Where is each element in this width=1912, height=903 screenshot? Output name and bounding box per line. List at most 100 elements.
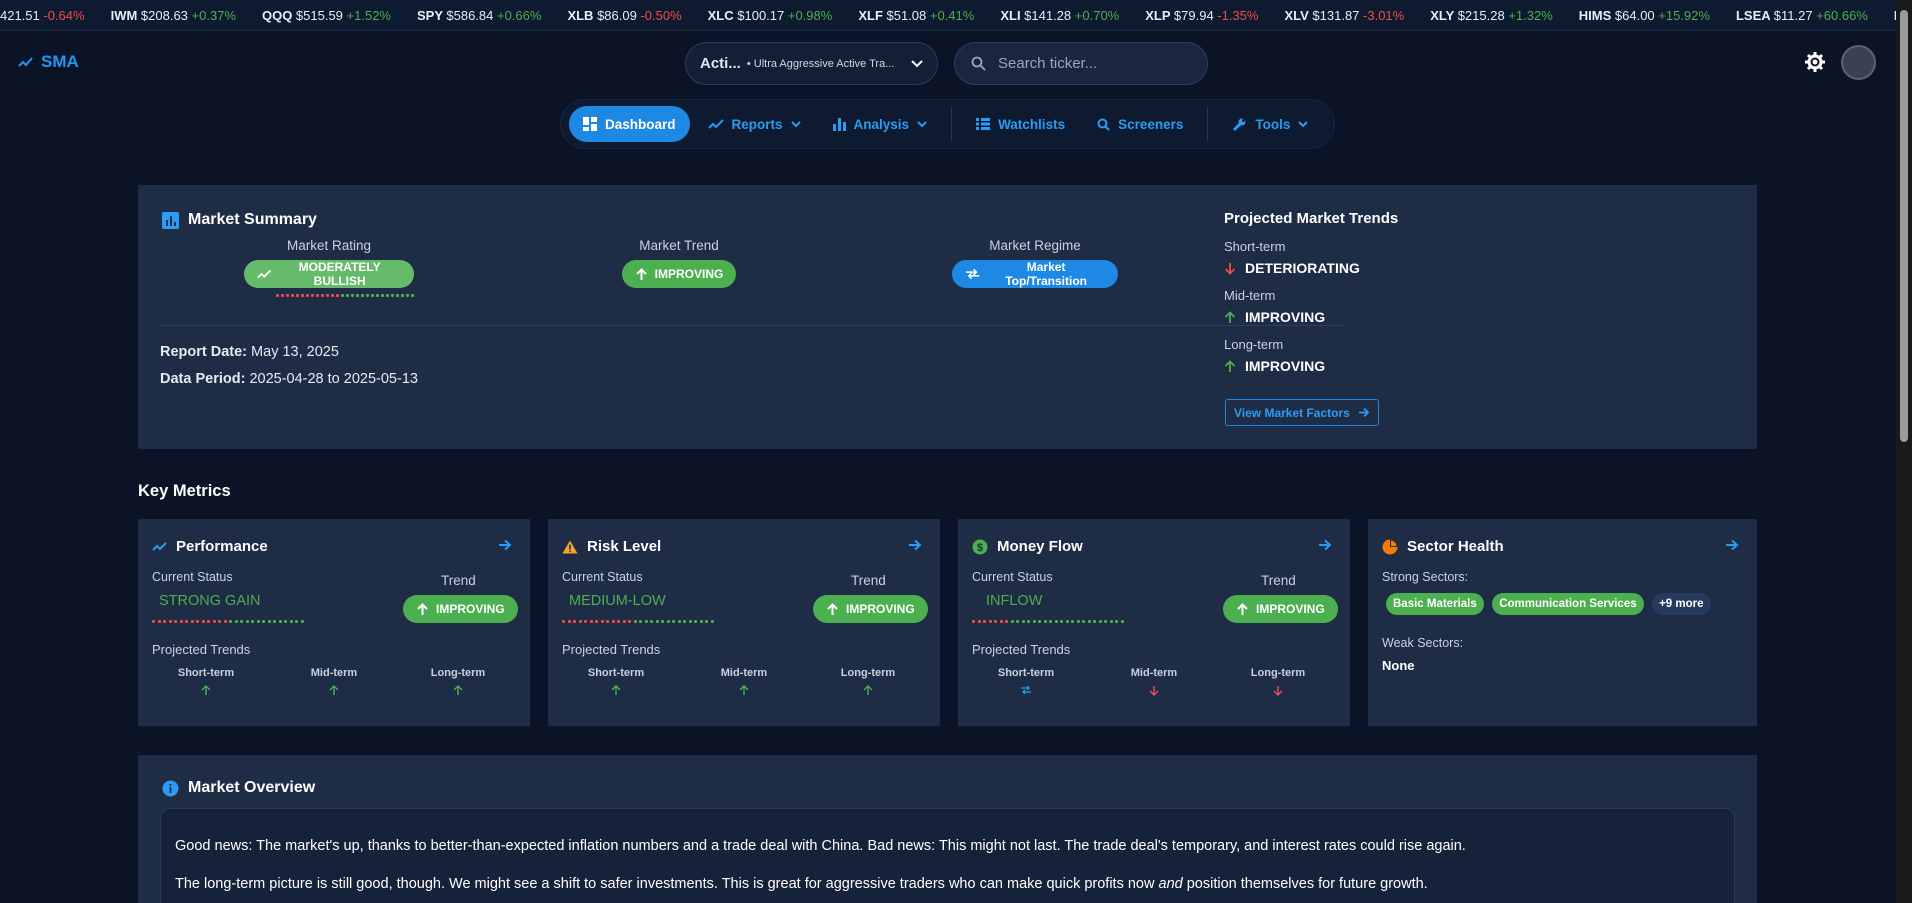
- ticker-change: +0.41%: [929, 8, 975, 23]
- ticker-change: -3.01%: [1363, 8, 1405, 23]
- search-input[interactable]: [998, 55, 1178, 72]
- meter-dot: [567, 620, 571, 623]
- meter-dot: [606, 620, 609, 623]
- meter-dot: [371, 294, 374, 297]
- ticker-change: +0.66%: [496, 8, 542, 23]
- arrow-right-icon[interactable]: [498, 539, 512, 551]
- account-selector[interactable]: Acti... • Ultra Aggressive Active Tra...: [685, 42, 938, 85]
- meter-dot: [710, 620, 714, 623]
- sector-chip[interactable]: Basic Materials: [1386, 593, 1484, 615]
- meter-dot: [1071, 620, 1074, 623]
- trending-up-icon: [257, 269, 272, 279]
- market-rating-meter: [276, 294, 414, 297]
- theme-toggle-icon[interactable]: [1804, 51, 1826, 73]
- market-regime-badge[interactable]: Market Top/Transition: [952, 260, 1118, 288]
- ticker-price: $208.63: [140, 8, 192, 23]
- ticker-change: +15.92%: [1658, 8, 1710, 23]
- ticker-symbol: XLV: [1284, 8, 1313, 23]
- scrollbar-thumb[interactable]: [1900, 10, 1908, 442]
- short-term-col: Short-term: [986, 667, 1066, 698]
- meter-dot: [256, 620, 260, 623]
- meter-dot: [396, 294, 399, 297]
- overview-emphasis: and: [1158, 876, 1183, 892]
- meter-dot: [639, 620, 642, 623]
- ticker-item[interactable]: IWM $208.63 +0.37%: [110, 0, 236, 30]
- more-sectors-chip[interactable]: +9 more: [1652, 593, 1711, 615]
- nav-analysis[interactable]: Analysis: [819, 106, 942, 142]
- long-term-label: Long-term: [1224, 337, 1284, 352]
- meter-dot: [296, 294, 299, 297]
- arrow-right-icon[interactable]: [1725, 539, 1739, 551]
- nav-dashboard[interactable]: Dashboard: [569, 106, 690, 142]
- projected-trends-label: Projected Trends: [562, 642, 661, 657]
- meter-dot: [321, 294, 324, 297]
- ticker-item[interactable]: XLY $215.28 +1.32%: [1430, 0, 1553, 30]
- nav-tools[interactable]: Tools: [1218, 106, 1322, 142]
- ticker-price: $586.84: [446, 8, 497, 23]
- mid-term-label: Mid-term: [310, 667, 358, 679]
- ticker-symbol: IWM: [110, 8, 141, 23]
- page-scrollbar[interactable]: [1896, 0, 1912, 903]
- ticker-item[interactable]: XLC $100.17 +0.98%: [708, 0, 833, 30]
- meter-dot: [988, 620, 992, 623]
- meter-dot: [694, 620, 697, 623]
- arrow-right-icon[interactable]: [1318, 539, 1332, 551]
- strong-sectors-label: Strong Sectors:: [1382, 570, 1469, 584]
- weak-sectors-label: Weak Sectors:: [1382, 636, 1464, 650]
- mid-term-label: Mid-term: [720, 667, 768, 679]
- meter-dot: [381, 294, 384, 297]
- search-box[interactable]: [954, 42, 1208, 85]
- market-regime-label: Market Regime: [989, 238, 1081, 253]
- meter-dot: [1054, 620, 1058, 623]
- mid-term-trend: IMPROVING: [1224, 309, 1398, 325]
- ticker-item[interactable]: HIMS $64.00 +15.92%: [1579, 0, 1710, 30]
- meter-dot: [1082, 620, 1085, 623]
- ticker-symbol: XLI: [1000, 8, 1025, 23]
- market-rating: Market Rating MODERATELY BULLISH: [244, 238, 414, 297]
- arrow-right-icon[interactable]: [908, 539, 922, 551]
- meter-dot: [699, 620, 703, 623]
- risk-level-title: Risk Level: [562, 538, 661, 555]
- ticker-item[interactable]: XLF $51.08 +0.41%: [858, 0, 975, 30]
- meter-dot: [356, 294, 359, 297]
- ticker-change: -0.50%: [640, 8, 682, 23]
- app-logo[interactable]: SMA: [18, 52, 79, 72]
- search-icon: [971, 56, 986, 71]
- ticker-symbol: XLB: [567, 8, 598, 23]
- ticker-item[interactable]: QQQ $515.59 +1.52%: [261, 0, 391, 30]
- trending-up-icon: [707, 119, 724, 129]
- ticker-item[interactable]: LSEA $11.27 +60.66%: [1736, 0, 1868, 30]
- meter-dot: [179, 620, 183, 623]
- meter-dot: [311, 294, 314, 297]
- trend-value: IMPROVING: [1256, 602, 1325, 616]
- nav-reports[interactable]: Reports: [694, 106, 815, 142]
- market-summary-title-text: Market Summary: [188, 211, 317, 228]
- sector-chip[interactable]: Communication Services: [1492, 593, 1644, 615]
- market-overview-title-text: Market Overview: [188, 779, 316, 796]
- warning-icon: [562, 540, 578, 553]
- ticker-item[interactable]: XLI $141.28 +0.70%: [1000, 0, 1119, 30]
- ticker-item[interactable]: XLB $86.09 -0.50%: [567, 0, 682, 30]
- view-market-factors-button[interactable]: View Market Factors: [1225, 399, 1379, 426]
- mid-term-col: Mid-term: [1114, 667, 1194, 699]
- overview-text: position themselves for future growth.: [1182, 876, 1428, 892]
- ticker-item[interactable]: 421.51 -0.64%: [0, 0, 85, 30]
- ticker-item[interactable]: XLV $131.87 -3.01%: [1284, 0, 1405, 30]
- market-rating-value: MODERATELY BULLISH: [298, 260, 381, 288]
- risk-level-card[interactable]: Risk Level Current Status MEDIUM-LOW Tre…: [548, 519, 940, 726]
- sector-health-card[interactable]: Sector Health Strong Sectors: Basic Mate…: [1368, 519, 1757, 726]
- nav-watchlists[interactable]: Watchlists: [962, 106, 1079, 142]
- main-nav: Dashboard Reports Analysis Watchlists Sc…: [560, 99, 1335, 149]
- nav-analysis-label: Analysis: [853, 116, 910, 132]
- meter-dot: [218, 620, 221, 623]
- ticker-item[interactable]: SPY $586.84 +0.66%: [417, 0, 542, 30]
- ticker-symbol: QQQ: [261, 8, 296, 23]
- nav-screeners[interactable]: Screeners: [1083, 106, 1197, 142]
- ticker-price: $86.09: [597, 8, 641, 23]
- ticker-change: +60.66%: [1816, 8, 1868, 23]
- performance-card[interactable]: Performance Current Status STRONG GAIN T…: [138, 519, 530, 726]
- user-avatar[interactable]: [1841, 45, 1876, 80]
- report-date: Report Date: May 13, 2025: [160, 344, 339, 360]
- ticker-item[interactable]: XLP $79.94 -1.35%: [1145, 0, 1258, 30]
- money-flow-card[interactable]: $ Money Flow Current Status INFLOW Trend…: [958, 519, 1350, 726]
